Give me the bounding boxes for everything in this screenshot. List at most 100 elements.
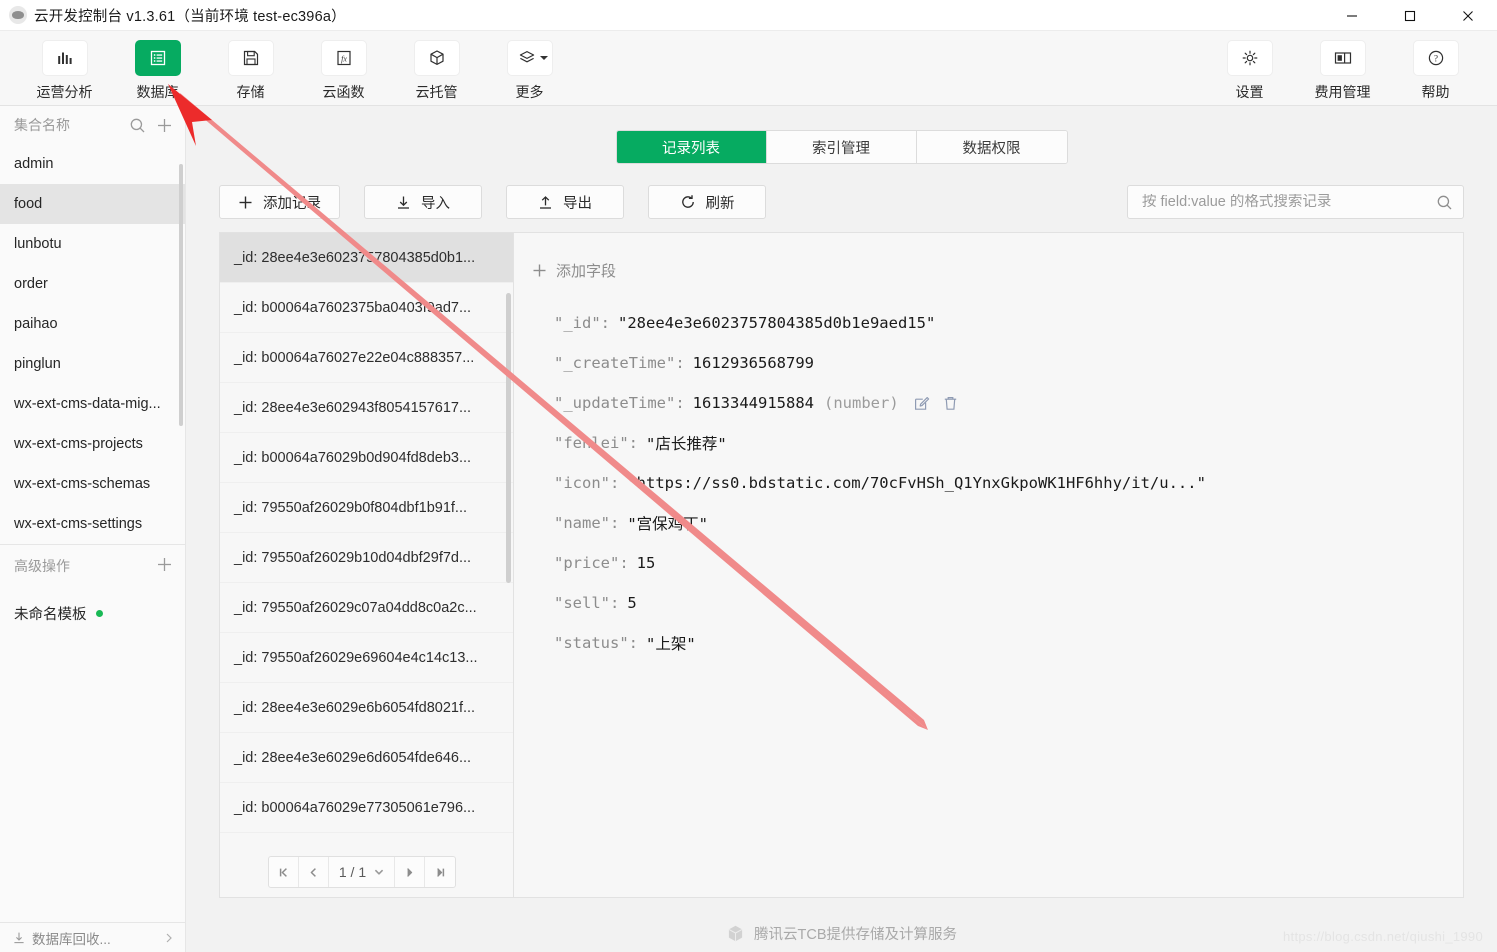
json-field-row[interactable]: "icon" : "https://ss0.bdstatic.com/70cFv… [554,463,1463,503]
add-template-icon[interactable] [156,556,173,576]
page-next-button[interactable] [395,857,425,887]
collection-label: wx-ext-cms-data-mig... [14,396,161,412]
json-value-type: (number) [824,394,899,412]
tab-index-management[interactable]: 索引管理 [766,131,917,163]
edit-icon[interactable] [913,395,930,412]
advanced-operations-title: 高级操作 [14,558,70,574]
search-icon[interactable] [1436,194,1453,211]
page-prev-button[interactable] [299,857,329,887]
sidebar-item-order[interactable]: order [0,264,185,304]
record-id-label: _id: 79550af26029e69604e4c14c13... [234,649,478,666]
json-field-row[interactable]: "name" : "宫保鸡丁" [554,503,1463,543]
record-search-box[interactable] [1127,185,1464,219]
collection-label: wx-ext-cms-projects [14,436,143,452]
page-first-button[interactable] [269,857,299,887]
sidebar-item-paihao[interactable]: paihao [0,304,185,344]
list-item[interactable]: _id: 79550af26029c07a04dd8c0a2c... [220,583,513,633]
list-item[interactable]: _id: b00064a76029b0d904fd8deb3... [220,433,513,483]
json-field-row[interactable]: "_createTime" : 1612936568799 [554,343,1463,383]
sidebar-item-admin[interactable]: admin [0,144,185,184]
toolbar-item-storage[interactable]: 存储 [204,40,297,102]
toolbar-item-cloud-hosting[interactable]: 云托管 [390,40,483,102]
list-item[interactable]: _id: b00064a7602375ba0403f9ad7... [220,283,513,333]
page-last-button[interactable] [425,857,455,887]
tab-data-permissions[interactable]: 数据权限 [916,131,1067,163]
record-id-label: _id: 28ee4e3e602943f8054157617... [234,399,472,416]
sidebar-item-wx-ext-cms-projects[interactable]: wx-ext-cms-projects [0,424,185,464]
svg-text:fx: fx [341,55,347,64]
list-item[interactable]: _id: b00064a76029e77305061e796... [220,783,513,833]
close-button[interactable] [1439,0,1497,31]
toolbar-item-label: 设置 [1235,84,1264,100]
collections-list[interactable]: admin food lunbotu order paihao pinglun … [0,144,185,546]
list-item[interactable]: _id: b00064a76027e22e04c888357... [220,333,513,383]
toolbar-item-database[interactable]: 数据库 [111,40,204,102]
import-button[interactable]: 导入 [364,185,482,219]
record-list-scrollbar[interactable] [506,293,511,583]
record-list[interactable]: _id: 28ee4e3e6023757804385d0b1... _id: b… [219,232,513,898]
json-value: 1613344915884 [692,394,814,412]
sidebar-item-wx-ext-cms-settings[interactable]: wx-ext-cms-settings [0,504,185,544]
add-record-button[interactable]: 添加记录 [219,185,340,219]
record-id-label: _id: 28ee4e3e6029e6b6054fd8021f... [234,699,476,716]
list-item[interactable]: _id: 79550af26029e69604e4c14c13... [220,633,513,683]
tab-record-list[interactable]: 记录列表 [616,131,767,163]
toolbar-item-cloud-function[interactable]: fx 云函数 [297,40,390,102]
footer-label: 腾讯云TCB提供存储及计算服务 [754,926,957,943]
template-label: 未命名模板 [14,606,87,623]
toolbar-item-settings[interactable]: 设置 [1203,40,1296,102]
list-item[interactable]: _id: 28ee4e3e6029e6b6054fd8021f... [220,683,513,733]
json-field-row[interactable]: "sell" : 5 [554,583,1463,623]
download-icon [396,195,411,210]
chevron-right-icon[interactable] [163,932,175,944]
maximize-button[interactable] [1381,0,1439,31]
json-field-row[interactable]: "_updateTime" : 1613344915884 (number) [554,383,1463,423]
collections-scrollbar[interactable] [179,164,183,426]
list-item[interactable]: _id: 28ee4e3e6023757804385d0b1... [220,233,513,283]
toolbar-item-help[interactable]: ? 帮助 [1389,40,1482,102]
sidebar-item-wx-ext-cms-data-migrate[interactable]: wx-ext-cms-data-mig... [0,384,185,424]
status-badge [95,609,103,617]
json-field-row[interactable]: "price" : 15 [554,543,1463,583]
toolbar-item-analytics[interactable]: 运营分析 [18,40,111,102]
search-icon[interactable] [129,117,146,134]
svg-text:?: ? [1434,53,1438,63]
minimize-button[interactable] [1323,0,1381,31]
refresh-button[interactable]: 刷新 [648,185,766,219]
sidebar-item-pinglun[interactable]: pinglun [0,344,185,384]
add-field-button[interactable]: 添加字段 [532,260,1463,281]
json-field-row[interactable]: "_id" : "28ee4e3e6023757804385d0b1e9aed1… [554,303,1463,343]
tcb-cube-icon [726,924,745,943]
export-button[interactable]: 导出 [506,185,624,219]
search-input[interactable] [1142,194,1436,210]
record-json: "_id" : "28ee4e3e6023757804385d0b1e9aed1… [514,303,1463,663]
json-value: "https://ss0.bdstatic.com/70cFvHSh_Q1Ynx… [627,474,1206,492]
add-collection-icon[interactable] [156,117,173,134]
toolbar-item-more[interactable]: 更多 [483,40,576,102]
list-item[interactable]: _id: 28ee4e3e602943f8054157617... [220,383,513,433]
list-item[interactable]: _id: 79550af26029b10d04dbf29f7d... [220,533,513,583]
toolbar-item-billing[interactable]: 费用管理 [1296,40,1389,102]
sidebar-item-wx-ext-cms-schemas[interactable]: wx-ext-cms-schemas [0,464,185,504]
list-item[interactable]: _id: 28ee4e3e6029e6d6054fde646... [220,733,513,783]
json-value: 5 [627,594,637,612]
collection-label: order [14,276,48,292]
json-colon: : [619,554,629,572]
list-item[interactable]: _id: 79550af26029b0f804dbf1b91f... [220,483,513,533]
cloudbase-logo-icon [9,6,27,24]
sidebar-item-lunbotu[interactable]: lunbotu [0,224,185,264]
json-value: 1612936568799 [692,354,814,372]
trash-icon[interactable] [942,395,959,412]
tab-label: 索引管理 [812,140,870,157]
json-key: "sell" [554,594,610,612]
sidebar-item-food[interactable]: food [0,184,185,224]
page-number-selector[interactable]: 1 / 1 [329,857,395,887]
json-field-row[interactable]: "fenlei" : "店长推荐" [554,423,1463,463]
json-key: "name" [554,514,610,532]
json-field-row[interactable]: "status" : "上架" [554,623,1463,663]
json-colon: : [610,474,620,492]
sidebar-item-unnamed-template[interactable]: 未命名模板 [0,595,185,631]
sidebar-footer[interactable]: 数据库回收... [0,922,185,952]
record-action-bar: 添加记录 导入 导出 刷新 [219,185,766,219]
toolbar-item-label: 云函数 [322,84,365,100]
